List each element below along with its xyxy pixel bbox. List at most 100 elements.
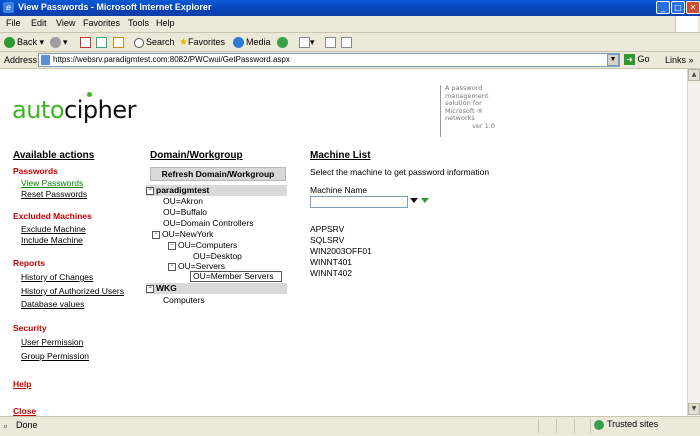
title-bar: e View Passwords - Microsoft Internet Ex… bbox=[0, 0, 700, 16]
lock-icon bbox=[574, 419, 589, 433]
page-icon bbox=[41, 55, 50, 65]
collapse-icon[interactable]: − bbox=[152, 230, 160, 239]
scroll-down-arrow-icon[interactable]: ▼ bbox=[688, 403, 700, 415]
ie-icon: e bbox=[3, 2, 14, 13]
security-category: Security bbox=[13, 323, 47, 333]
forward-arrow-icon bbox=[50, 37, 61, 49]
tree-node-newyork[interactable]: − OU=NewYork bbox=[152, 229, 213, 239]
close-link[interactable]: Close bbox=[13, 406, 36, 416]
view-passwords-link[interactable]: View Passwords bbox=[21, 178, 83, 188]
tree-root-paradigmtest[interactable]: − paradigmtest bbox=[146, 185, 287, 196]
trusted-zone-icon bbox=[594, 420, 604, 431]
media-button[interactable]: Media bbox=[233, 36, 271, 49]
print-button[interactable] bbox=[325, 36, 336, 49]
go-button[interactable]: ➜ Go bbox=[624, 54, 650, 66]
refresh-icon bbox=[96, 37, 107, 49]
tree-node-computers[interactable]: − OU=Computers bbox=[168, 240, 237, 250]
back-button[interactable]: Back ▾ bbox=[4, 36, 44, 49]
machine-item[interactable]: WIN2003OFF01 bbox=[310, 246, 372, 256]
tree-node-akron[interactable]: OU=Akron bbox=[163, 196, 203, 206]
search-button[interactable]: Search bbox=[134, 36, 175, 48]
menu-view[interactable]: View bbox=[56, 18, 75, 28]
media-label: Media bbox=[246, 37, 271, 47]
autocipher-logo: autocipher bbox=[12, 92, 136, 124]
tree-node-wkg-computers[interactable]: Computers bbox=[163, 295, 205, 305]
mail-button[interactable]: ▾ bbox=[299, 36, 315, 49]
reset-passwords-link[interactable]: Reset Passwords bbox=[21, 189, 87, 199]
version-label: ver 1.0 bbox=[472, 121, 495, 130]
address-input[interactable]: https://websrv.paradigmtest.com:8082/PWC… bbox=[38, 53, 620, 67]
reports-category: Reports bbox=[13, 258, 46, 268]
edit-button[interactable] bbox=[341, 36, 352, 49]
machine-name-label: Machine Name bbox=[310, 185, 368, 195]
collapse-icon[interactable]: − bbox=[146, 186, 154, 195]
machine-item[interactable]: SQLSRV bbox=[310, 235, 344, 245]
clear-filter-icon[interactable] bbox=[421, 198, 429, 203]
close-window-button[interactable]: ✕ bbox=[686, 1, 700, 14]
collapse-icon[interactable]: − bbox=[146, 284, 154, 293]
machine-item[interactable]: WINNT402 bbox=[310, 268, 352, 278]
group-permission-link[interactable]: Group Permission bbox=[21, 351, 89, 361]
back-label: Back bbox=[17, 37, 38, 47]
toolbar: Back ▾ ▾ Search ★Favorites Media ▾ bbox=[0, 33, 700, 52]
vertical-scrollbar[interactable]: ▲ ▼ bbox=[687, 69, 700, 416]
history-button[interactable] bbox=[277, 36, 290, 49]
star-icon: ★ bbox=[179, 37, 188, 48]
exclude-machine-link[interactable]: Exclude Machine bbox=[21, 224, 86, 234]
links-button[interactable]: Links » bbox=[665, 55, 694, 65]
tree-root-wkg[interactable]: − WKG bbox=[146, 283, 287, 294]
excluded-machines-category: Excluded Machines bbox=[13, 211, 92, 221]
menu-help[interactable]: Help bbox=[156, 18, 175, 28]
menu-file[interactable]: File bbox=[6, 18, 21, 28]
favorites-label: Favorites bbox=[187, 37, 225, 47]
domain-workgroup-heading: Domain/Workgroup bbox=[150, 150, 243, 161]
logo-part2: cipher bbox=[64, 96, 136, 124]
page-content: autocipher A password management solutio… bbox=[0, 69, 687, 416]
user-permission-link[interactable]: User Permission bbox=[21, 337, 83, 347]
menu-tools[interactable]: Tools bbox=[128, 18, 149, 28]
history-of-changes-link[interactable]: History of Changes bbox=[21, 272, 93, 282]
media-icon bbox=[233, 37, 244, 49]
refresh-domain-button[interactable]: Refresh Domain/Workgroup bbox=[150, 167, 286, 181]
windows-logo-icon bbox=[675, 16, 698, 32]
tree-node-label: OU=Computers bbox=[178, 240, 238, 250]
machine-name-input[interactable] bbox=[310, 196, 408, 208]
machine-instruction: Select the machine to get password infor… bbox=[310, 167, 490, 177]
address-dropdown-button[interactable]: ▼ bbox=[607, 54, 619, 66]
back-arrow-icon bbox=[4, 37, 15, 49]
forward-button[interactable]: ▾ bbox=[50, 36, 68, 49]
zone-indicator: Trusted sites bbox=[590, 419, 700, 433]
scroll-up-arrow-icon[interactable]: ▲ bbox=[688, 69, 700, 81]
tree-node-buffalo[interactable]: OU=Buffalo bbox=[163, 207, 207, 217]
favorites-button[interactable]: ★Favorites bbox=[179, 36, 225, 48]
refresh-button[interactable] bbox=[96, 36, 107, 49]
menu-edit[interactable]: Edit bbox=[31, 18, 47, 28]
collapse-icon[interactable]: − bbox=[168, 241, 176, 250]
home-button[interactable] bbox=[113, 36, 124, 49]
help-link[interactable]: Help bbox=[13, 379, 31, 389]
filter-icon[interactable] bbox=[410, 198, 418, 203]
machine-item[interactable]: APPSRV bbox=[310, 224, 344, 234]
history-authorized-users-link[interactable]: History of Authorized Users bbox=[21, 286, 124, 296]
menu-favorites[interactable]: Favorites bbox=[83, 18, 120, 28]
logo-dot-icon bbox=[87, 92, 92, 97]
minimize-button[interactable]: _ bbox=[656, 1, 670, 14]
address-label: Address bbox=[4, 55, 38, 65]
stop-button[interactable] bbox=[80, 36, 91, 49]
tree-root-label: paradigmtest bbox=[156, 185, 210, 195]
status-bar: ▫ Done Trusted sites bbox=[0, 416, 700, 436]
collapse-icon[interactable]: − bbox=[168, 262, 176, 271]
tree-node-member-servers[interactable]: OU=Member Servers bbox=[190, 271, 282, 282]
database-values-link[interactable]: Database values bbox=[21, 299, 84, 309]
print-icon bbox=[325, 37, 336, 49]
status-text: Done bbox=[16, 420, 38, 430]
maximize-button[interactable]: □ bbox=[671, 1, 685, 14]
tree-node-desktop[interactable]: OU=Desktop bbox=[193, 251, 242, 261]
machine-item[interactable]: WINNT401 bbox=[310, 257, 352, 267]
include-machine-link[interactable]: Include Machine bbox=[21, 235, 83, 245]
logo-part1: auto bbox=[12, 96, 65, 124]
tagline: A password management solution for Micro… bbox=[440, 84, 497, 137]
machine-list-heading: Machine List bbox=[310, 150, 371, 161]
tree-node-domain-controllers[interactable]: OU=Domain Controllers bbox=[163, 218, 253, 228]
tree-node-servers[interactable]: − OU=Servers bbox=[168, 261, 225, 271]
